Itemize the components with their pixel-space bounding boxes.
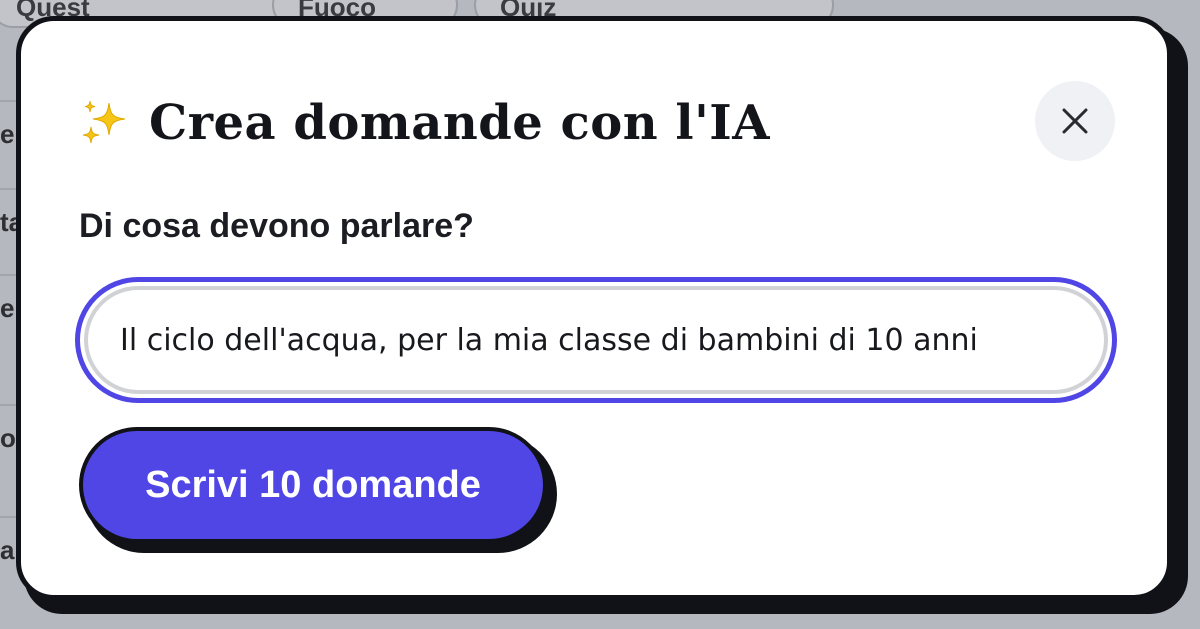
topic-input[interactable]	[120, 322, 1072, 358]
close-button[interactable]	[1035, 81, 1115, 161]
sparkles-icon	[82, 100, 126, 144]
topic-field-label: Di cosa devono parlare?	[79, 207, 474, 245]
close-icon	[1062, 108, 1088, 134]
ai-questions-modal: Crea domande con l'IA Di cosa devono par…	[16, 16, 1172, 600]
topic-input-container	[84, 286, 1108, 394]
generate-questions-button[interactable]: Scrivi 10 domande	[79, 427, 547, 543]
modal-title: Crea domande con l'IA	[149, 95, 770, 151]
modal-header: Crea domande con l'IA	[79, 83, 770, 163]
topic-input-focus-ring	[75, 277, 1117, 403]
